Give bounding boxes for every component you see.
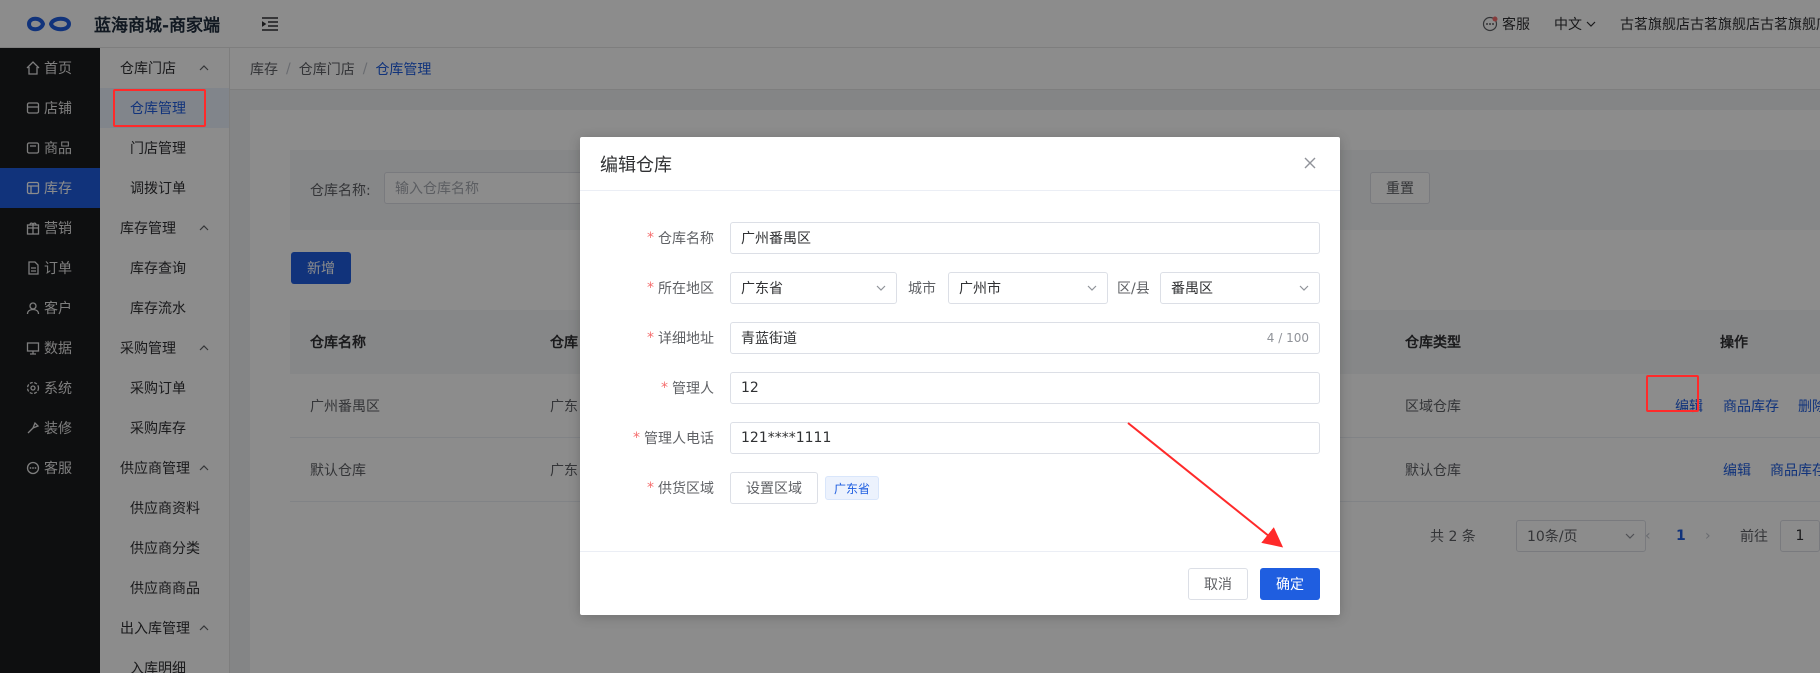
city-label: 城市 [908, 281, 936, 297]
chevron-down-icon [1087, 285, 1097, 291]
form-label: * 管理人 [661, 372, 714, 404]
input-value: 广州番禺区 [741, 231, 811, 247]
set-area-button[interactable]: 设置区域 [730, 472, 818, 504]
supply-area-tag: 广东省 [825, 476, 880, 500]
form-label: * 所在地区 [647, 272, 714, 304]
form-row-name: * 仓库名称 广州番禺区 [580, 222, 1340, 254]
required-mark: * [647, 330, 654, 346]
form-label: * 仓库名称 [647, 222, 714, 254]
required-mark: * [661, 380, 668, 396]
manager-phone-input[interactable]: 121****1111 [730, 422, 1320, 454]
edit-warehouse-dialog: 编辑仓库 * 仓库名称 广州番禺区 * 所在地区 广东省 城市 广州市 区/县 番禺… [580, 137, 1340, 615]
input-value: 青蓝街道 [741, 331, 797, 347]
address-input[interactable]: 青蓝街道 4 / 100 [730, 322, 1320, 354]
required-mark: * [647, 280, 654, 296]
char-counter: 4 / 100 [1266, 331, 1309, 345]
select-value: 广东省 [741, 281, 783, 297]
form-label-text: 所在地区 [658, 281, 714, 297]
dialog-footer: 取消 确定 [580, 551, 1340, 615]
input-value: 121****1111 [741, 430, 832, 446]
select-value: 番禺区 [1171, 281, 1213, 297]
district-label: 区/县 [1117, 281, 1150, 297]
form-label: * 详细地址 [647, 322, 714, 354]
form-row-supply: * 供货区域 设置区域 广东省 [580, 472, 1340, 504]
cancel-button[interactable]: 取消 [1188, 568, 1248, 600]
form-label-text: 供货区域 [658, 481, 714, 497]
required-mark: * [647, 230, 654, 246]
close-icon[interactable] [1302, 155, 1318, 171]
province-select[interactable]: 广东省 [730, 272, 897, 304]
chevron-down-icon [876, 285, 886, 291]
select-value: 广州市 [959, 281, 1001, 297]
warehouse-name-input[interactable]: 广州番禺区 [730, 222, 1320, 254]
form-label-text: 详细地址 [658, 331, 714, 347]
form-label-text: 管理人 [672, 381, 714, 397]
form-label-text: 仓库名称 [658, 231, 714, 247]
chevron-down-icon [1299, 285, 1309, 291]
dialog-header: 编辑仓库 [580, 137, 1340, 191]
form-label-text: 管理人电话 [644, 431, 714, 447]
form-label: * 管理人电话 [633, 422, 714, 454]
required-mark: * [647, 480, 654, 496]
form-row-phone: * 管理人电话 121****1111 [580, 422, 1340, 454]
district-select[interactable]: 番禺区 [1160, 272, 1320, 304]
form-row-address: * 详细地址 青蓝街道 4 / 100 [580, 322, 1340, 354]
manager-input[interactable]: 12 [730, 372, 1320, 404]
required-mark: * [633, 430, 640, 446]
form-label: * 供货区域 [647, 472, 714, 504]
dialog-title: 编辑仓库 [600, 154, 672, 176]
city-select[interactable]: 广州市 [948, 272, 1108, 304]
input-value: 12 [741, 380, 759, 396]
confirm-button[interactable]: 确定 [1260, 568, 1320, 600]
form-row-manager: * 管理人 12 [580, 372, 1340, 404]
form-row-region: * 所在地区 广东省 城市 广州市 区/县 番禺区 [580, 272, 1340, 304]
